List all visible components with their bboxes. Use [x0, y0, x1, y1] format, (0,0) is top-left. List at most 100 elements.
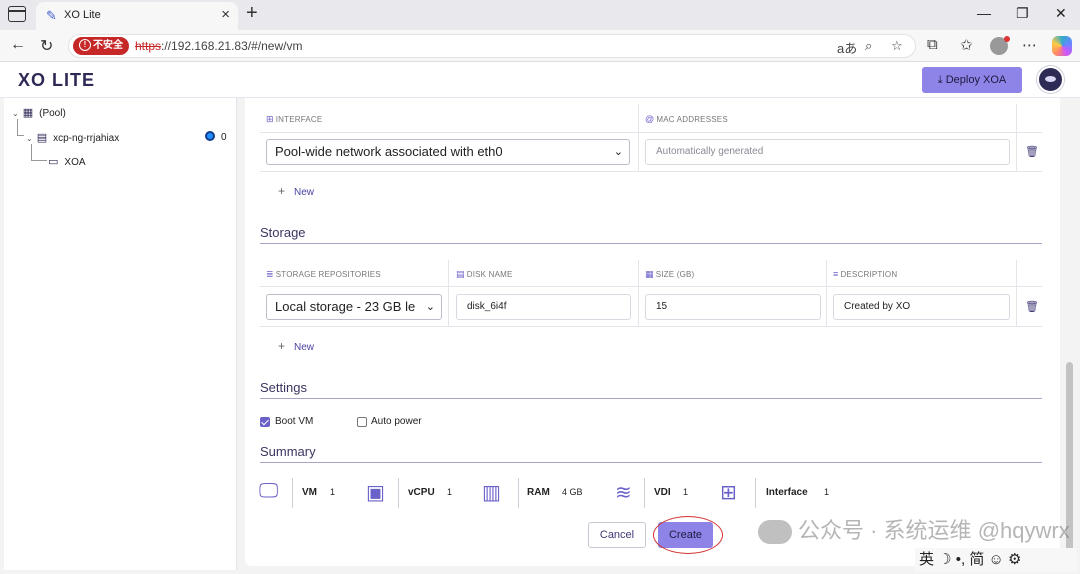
- summary-divider: [518, 478, 519, 508]
- host-vm-count: 0: [205, 131, 227, 143]
- boot-vm-label[interactable]: Boot VM: [275, 416, 313, 427]
- infrastructure-sidebar: [4, 98, 237, 570]
- description-header: ≡ DESCRIPTION: [833, 269, 898, 279]
- chevron-down-icon[interactable]: ⌄: [12, 109, 19, 118]
- monitor-icon: 🖵: [259, 480, 279, 502]
- database-icon: ≋: [615, 482, 632, 504]
- network-icon: ⊞: [266, 114, 274, 124]
- summary-divider: [292, 478, 293, 508]
- add-disk-button[interactable]: + New: [278, 339, 314, 353]
- favorite-star-icon[interactable]: ☆: [891, 38, 903, 54]
- tree-line: [17, 135, 24, 136]
- size-header: ▦ SIZE (GB): [645, 269, 695, 279]
- plus-icon: +: [278, 339, 286, 353]
- disk-name-input[interactable]: disk_6i4f: [456, 294, 631, 320]
- summary-vdi-value: 1: [683, 487, 689, 497]
- summary-divider: [398, 478, 399, 508]
- pool-icon: ▦: [22, 107, 34, 119]
- insecure-badge[interactable]: 不安全: [73, 37, 129, 55]
- chevron-down-icon: ⌄: [613, 146, 623, 158]
- minimize-icon[interactable]: —: [977, 5, 991, 21]
- new-tab-icon[interactable]: +: [246, 2, 258, 25]
- interface-select[interactable]: Pool-wide network associated with eth0 ⌄: [266, 139, 630, 165]
- disk-icon: ▤: [456, 269, 465, 279]
- profile-icon[interactable]: [990, 36, 1010, 55]
- at-icon: @: [645, 114, 655, 124]
- browser-address-bar: ← ↻ 不安全 https://192.168.21.83/#/new/vm a…: [0, 30, 1080, 62]
- disk-description-input[interactable]: Created by XO: [833, 294, 1010, 320]
- ime-toolbar[interactable]: 英 ☽ •, 简 ☺ ⚙: [915, 548, 1077, 572]
- table-col-divider: [638, 260, 639, 326]
- user-avatar[interactable]: [1037, 66, 1064, 93]
- cpu-icon: ▣: [366, 482, 385, 504]
- read-aloud-icon[interactable]: aあ: [837, 38, 857, 57]
- tree-line: [31, 160, 47, 161]
- auto-power-label[interactable]: Auto power: [371, 416, 422, 427]
- tree-line: [31, 144, 32, 161]
- chevron-down-icon: ⌄: [423, 295, 435, 319]
- storage-repositories-header: ≣ STORAGE REPOSITORIES: [266, 269, 381, 279]
- xo-favicon-icon: ✎: [46, 8, 57, 23]
- summary-vdi-label: VDI: [654, 487, 671, 498]
- running-vm-icon: [205, 131, 215, 141]
- tree-item-host[interactable]: ⌄ ▤ xcp-ng-rrjahiax: [26, 131, 119, 144]
- auto-power-checkbox[interactable]: [357, 417, 367, 427]
- extensions-icon[interactable]: ⧉: [927, 36, 938, 53]
- summary-interface-value: 1: [824, 487, 830, 497]
- boot-vm-checkbox[interactable]: [260, 417, 270, 427]
- copilot-icon[interactable]: [1052, 36, 1072, 56]
- close-window-icon[interactable]: ✕: [1055, 5, 1067, 22]
- chevron-down-icon[interactable]: ⌄: [26, 134, 33, 143]
- browser-tab[interactable]: ✎ XO Lite ×: [36, 2, 238, 30]
- tree-line: [17, 119, 18, 135]
- trash-icon[interactable]: 🗑: [1025, 300, 1039, 313]
- summary-vcpu-value: 1: [447, 487, 453, 497]
- app-header: XO LITE ⤓ Deploy XOA: [0, 62, 1080, 98]
- tab-close-icon[interactable]: ×: [221, 6, 230, 23]
- description-icon: ≡: [833, 269, 839, 279]
- mac-address-input[interactable]: Automatically generated: [645, 139, 1010, 165]
- table-row-divider: [260, 171, 1042, 172]
- summary-divider: [755, 478, 756, 508]
- more-icon[interactable]: ⋯: [1022, 36, 1037, 54]
- favorites-icon[interactable]: ✩: [960, 36, 973, 54]
- browser-tab-bar: ✎ XO Lite × + — ❐ ✕: [0, 0, 1080, 30]
- storage-section-title: Storage: [260, 225, 306, 240]
- url-field[interactable]: 不安全 https://192.168.21.83/#/new/vm aあ ⌕ …: [68, 34, 916, 58]
- trash-icon[interactable]: 🗑: [1025, 145, 1039, 158]
- back-icon[interactable]: ←: [10, 36, 26, 54]
- ram-icon: ▥: [482, 482, 501, 504]
- disk-name-header: ▤ DISK NAME: [456, 269, 513, 279]
- zoom-icon[interactable]: ⌕: [865, 38, 872, 54]
- mac-header: @ MAC ADDRESSES: [645, 114, 728, 124]
- table-col-divider: [638, 104, 639, 171]
- section-divider: [260, 398, 1042, 399]
- wechat-icon: [758, 520, 792, 545]
- table-col-divider: [1016, 104, 1017, 171]
- settings-section-title: Settings: [260, 380, 307, 395]
- reload-icon[interactable]: ↻: [40, 36, 53, 56]
- vm-monitor-icon: ▭: [48, 156, 59, 168]
- tab-sidebar-icon[interactable]: [8, 6, 26, 22]
- table-col-divider: [826, 260, 827, 326]
- disk-size-input[interactable]: 15: [645, 294, 821, 320]
- cancel-button[interactable]: Cancel: [588, 522, 646, 548]
- deploy-xoa-button[interactable]: ⤓ Deploy XOA: [922, 67, 1022, 93]
- summary-vcpu-label: vCPU: [408, 487, 435, 498]
- tab-title: XO Lite: [64, 9, 101, 21]
- summary-vm-label: VM: [302, 487, 317, 498]
- plus-icon: +: [278, 184, 286, 198]
- download-icon: ⤓: [937, 74, 943, 86]
- tree-item-pool[interactable]: ⌄ ▦ (Pool): [12, 106, 66, 119]
- summary-section-title: Summary: [260, 444, 316, 459]
- watermark: 公众号 · 系统运维 @hqywrx: [758, 513, 1070, 545]
- add-interface-button[interactable]: + New: [278, 184, 314, 198]
- tree-item-vm[interactable]: ▭ XOA: [48, 155, 86, 168]
- table-row-divider: [260, 326, 1042, 327]
- restore-icon[interactable]: ❐: [1016, 5, 1029, 22]
- table-row-divider: [260, 286, 1042, 287]
- storage-repository-select[interactable]: Local storage - 23 GB le ⌄: [266, 294, 442, 320]
- summary-ram-value: 4 GB: [562, 487, 583, 497]
- summary-vm-value: 1: [330, 487, 336, 497]
- size-icon: ▦: [645, 269, 654, 279]
